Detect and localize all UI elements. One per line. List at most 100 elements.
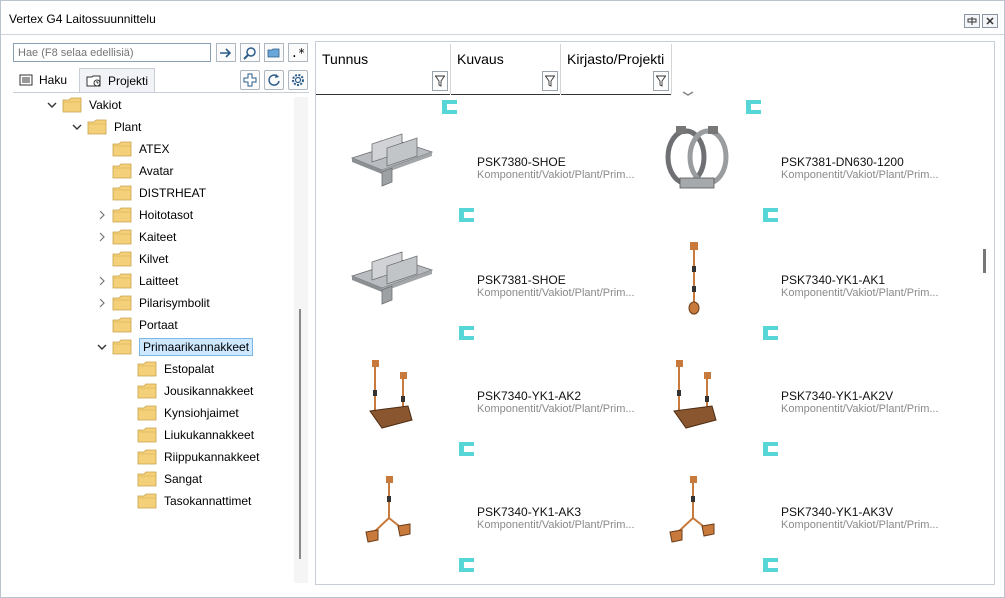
column-header-kirjasto[interactable]: Kirjasto/Projekti [561, 44, 672, 95]
tree-node[interactable]: Plant [71, 117, 141, 137]
tree-node[interactable]: Kaiteet [96, 227, 176, 247]
tree-node[interactable]: Liukukannakkeet [121, 425, 254, 445]
folder-icon [137, 449, 157, 465]
tree-node[interactable]: Kynsiohjaimet [121, 403, 239, 423]
chevron-down-icon[interactable] [96, 343, 108, 351]
tree-node[interactable]: ATEX [96, 139, 169, 159]
tree-node-label: Primaarikannakkeet [139, 338, 254, 356]
component-item[interactable]: PSK7340-YK1-AK3V Komponentit/Vakiot/Plant… [636, 464, 939, 582]
component-item[interactable]: PSK7340-YK1-AK2V Komponentit/Vakiot/Plant… [636, 348, 939, 466]
find-button[interactable] [240, 43, 260, 62]
filter-button[interactable] [432, 71, 448, 91]
tree-node[interactable]: Primaarikannakkeet [96, 337, 254, 357]
search-go-button[interactable] [216, 43, 236, 62]
pipe-clamp-icon [646, 122, 746, 200]
c-marker-icon [763, 558, 778, 572]
add-button[interactable] [240, 70, 260, 90]
tree-node[interactable]: Jousikannakkeet [121, 381, 253, 401]
component-path: Komponentit/Vakiot/Plant/Prim... [781, 169, 939, 181]
gear-icon [292, 74, 304, 86]
chevron-right-icon[interactable] [96, 232, 108, 242]
tree-node-label: Portaat [139, 318, 178, 332]
scrollbar-thumb[interactable] [983, 249, 986, 273]
tree-node[interactable]: Hoitotasot [96, 205, 193, 225]
scrollbar-thumb[interactable] [299, 309, 301, 559]
c-marker-icon [763, 442, 778, 456]
column-label: Kirjasto/Projekti [567, 51, 665, 67]
tree-node-label: ATEX [139, 142, 170, 156]
restore-button[interactable] [964, 14, 980, 28]
window-title: Vertex G4 Laitossuunnittelu [9, 12, 156, 26]
double-hanger-icon [646, 356, 746, 434]
component-code: PSK7340-YK1-AK3 [477, 505, 582, 519]
component-code: PSK7340-YK1-AK2V [781, 389, 894, 403]
tree-node[interactable]: Laitteet [96, 271, 178, 291]
component-item[interactable]: PSK7380-SHOE Komponentit/Vakiot/Plant/Pri… [332, 114, 635, 232]
tab-projekti[interactable]: Projekti [79, 68, 156, 92]
triple-hanger-icon [646, 472, 746, 550]
regex-icon: .* [290, 45, 306, 60]
tree-node[interactable]: Vakiot [46, 95, 121, 115]
close-button[interactable] [982, 14, 998, 28]
results-scrollbar[interactable] [979, 41, 993, 585]
c-marker-icon [459, 326, 474, 340]
tree-scrollbar[interactable] [294, 97, 308, 583]
folder-icon [137, 361, 157, 377]
chevron-right-icon[interactable] [96, 210, 108, 220]
tree-node[interactable]: Pilarisymbolit [96, 293, 210, 313]
browse-folder-button[interactable] [264, 43, 284, 62]
c-marker-icon [746, 100, 761, 114]
chevron-right-icon[interactable] [96, 298, 108, 308]
component-path: Komponentit/Vakiot/Plant/Prim... [781, 287, 939, 299]
list-icon [19, 74, 33, 86]
tab-haku[interactable]: Haku [13, 68, 73, 92]
filter-button[interactable] [542, 71, 558, 91]
tree-node[interactable]: Tasokannattimet [121, 491, 251, 511]
regex-button[interactable]: .* [288, 43, 308, 62]
chevron-down-icon[interactable] [71, 123, 83, 131]
component-item[interactable]: PSK7340-YK1-AK2 Komponentit/Vakiot/Plant/… [332, 348, 635, 466]
column-header-tunnus[interactable]: Tunnus [316, 44, 451, 95]
tab-label: Projekti [108, 73, 149, 88]
component-item[interactable]: PSK7381-DN630-1200 Komponentit/Vakiot/Pla… [636, 114, 939, 232]
column-header-kuvaus[interactable]: Kuvaus [451, 44, 561, 95]
partial-thumbnail-icon [682, 91, 694, 96]
tree-node-label: Kynsiohjaimet [164, 406, 239, 420]
tree-node-label: Estopalat [164, 362, 215, 376]
tree-node-label: Liukukannakkeet [164, 428, 255, 442]
title-bar: Vertex G4 Laitossuunnittelu [1, 1, 1004, 35]
tree-node[interactable]: Riippukannakkeet [121, 447, 259, 467]
tree-node-label: Kaiteet [139, 230, 177, 244]
folder-open-icon [267, 48, 280, 57]
tree-node-label: Vakiot [89, 98, 122, 112]
component-code: PSK7340-YK1-AK1 [781, 273, 886, 287]
folder-icon [137, 471, 157, 487]
folder-icon [112, 185, 132, 201]
search-input[interactable] [13, 43, 211, 62]
component-item[interactable]: PSK7340-YK1-AK1 Komponentit/Vakiot/Plant/… [636, 232, 939, 350]
tree-node[interactable]: Portaat [96, 315, 178, 335]
refresh-button[interactable] [264, 70, 284, 90]
component-item[interactable]: PSK7340-YK1-AK3 Komponentit/Vakiot/Plant/… [332, 464, 635, 582]
component-path: Komponentit/Vakiot/Plant/Prim... [477, 169, 635, 181]
settings-button[interactable] [288, 70, 308, 90]
c-marker-icon [459, 208, 474, 222]
chevron-right-icon[interactable] [96, 276, 108, 286]
tree-node[interactable]: Avatar [96, 161, 173, 181]
tree-node[interactable]: Sangat [121, 469, 202, 489]
component-path: Komponentit/Vakiot/Plant/Prim... [477, 403, 635, 415]
tree-node[interactable]: Kilvet [96, 249, 168, 269]
folder-icon [112, 163, 132, 179]
c-marker-icon [763, 326, 778, 340]
column-label: Tunnus [322, 51, 369, 67]
folder-icon [112, 295, 132, 311]
tree-node-label: DISTRHEAT [139, 186, 207, 200]
filter-button[interactable] [653, 71, 669, 91]
component-item[interactable]: PSK7381-SHOE Komponentit/Vakiot/Plant/Pri… [332, 232, 635, 350]
tree-node[interactable]: DISTRHEAT [96, 183, 206, 203]
magnifier-icon [243, 46, 256, 60]
shoe-support-icon [342, 240, 442, 318]
folder-icon [137, 405, 157, 421]
tree-node[interactable]: Estopalat [121, 359, 214, 379]
chevron-down-icon[interactable] [46, 101, 58, 109]
